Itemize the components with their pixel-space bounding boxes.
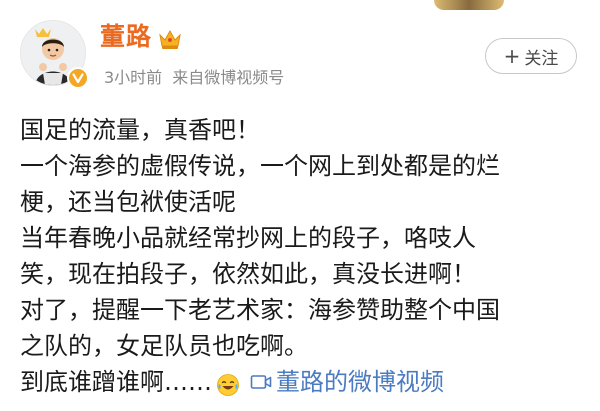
follow-button[interactable]: + 关注 [485,38,577,74]
content-line-text: 到底谁蹭谁啊…… [20,368,212,396]
author-name[interactable]: 董路 [100,22,152,52]
content-line: 对了，提醒一下老艺术家：海参赞助整个中国 [20,296,500,324]
video-link-label[interactable]: 董路的微博视频 [276,364,444,400]
content-line: 国足的流量，真香吧！ [20,116,260,144]
post-content: 国足的流量，真香吧！ 一个海参的虚假传说，一个网上到处都是的烂 梗，还当包袱使活… [20,112,580,400]
post-meta: 3小时前 来自微博视频号 [104,68,284,88]
content-last-line: 到底谁蹭谁啊…… 董路的微博视频 [20,364,580,400]
content-line: 梗，还当包袱使活呢 [20,188,236,216]
crown-icon [158,27,182,49]
content-line: 当年春晚小品就经常抄网上的段子，咯吱人 [20,224,476,252]
content-line: 笑，现在拍段子，依然如此，真没长进啊！ [20,260,476,288]
post-time: 3小时前 [104,68,163,87]
laugh-cry-emoji-icon [216,371,240,396]
content-line: 之队的，女足队员也吃啊。 [20,332,308,360]
plus-icon: + [503,44,521,68]
content-line: 一个海参的虚假传说，一个网上到处都是的烂 [20,152,500,180]
post-header: 董路 3小时前 来自微博视频号 + 关注 [0,0,600,100]
follow-label: 关注 [524,48,559,69]
username[interactable]: 董路 [100,22,182,52]
video-icon [250,375,272,389]
verified-badge-icon [67,67,89,89]
video-link[interactable]: 董路的微博视频 [250,364,444,400]
post-source[interactable]: 来自微博视频号 [172,68,284,87]
